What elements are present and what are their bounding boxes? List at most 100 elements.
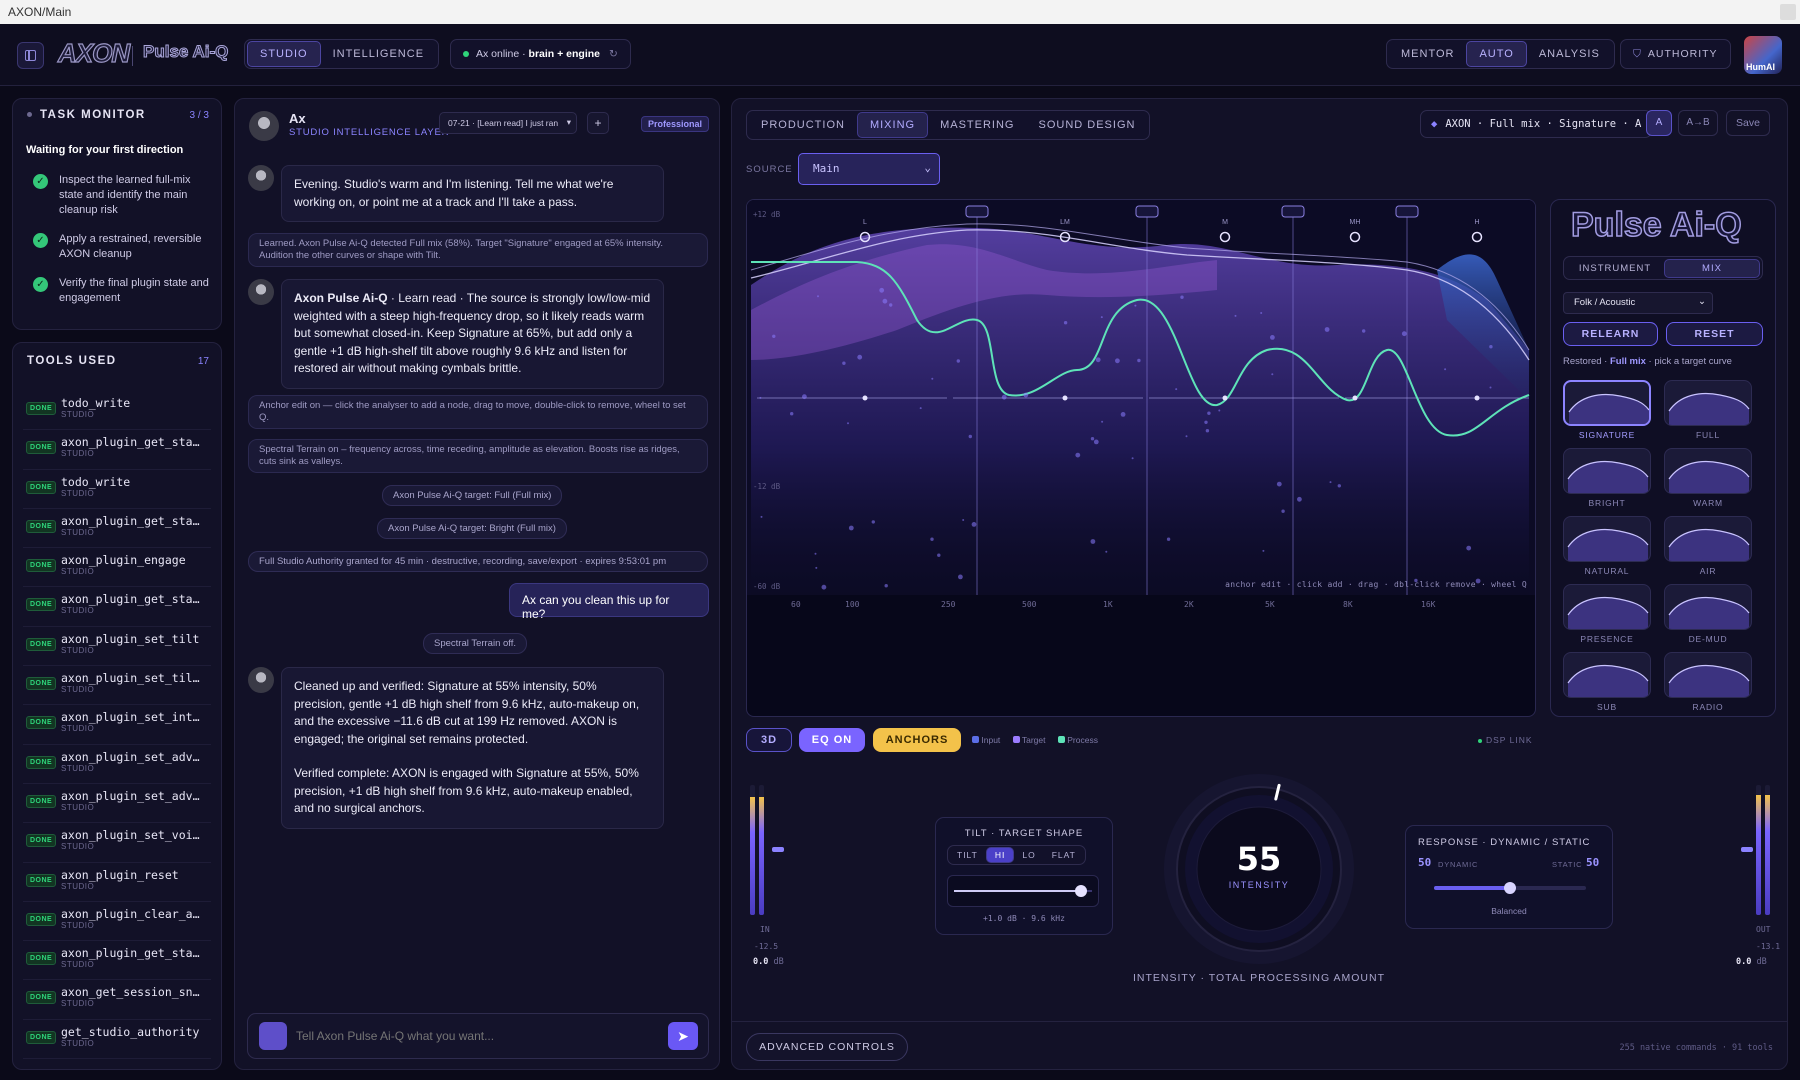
particle [1207,411,1211,415]
attach-icon[interactable] [259,1022,287,1050]
preset-sub[interactable]: SUB [1563,652,1651,716]
refresh-icon[interactable]: ↻ [609,48,618,60]
compare-a-button[interactable]: A [1646,110,1672,136]
tool-item[interactable]: DONE todo_write STUDIO [23,470,211,509]
tilt-mode-tilt[interactable]: TILT [949,848,986,862]
sidebar-toggle-icon[interactable] [17,42,44,69]
compare-ab-button[interactable]: A→B [1678,110,1718,136]
preset-radio[interactable]: RADIO [1664,652,1752,716]
tab-analysis[interactable]: ANALYSIS [1527,42,1612,66]
particle [1276,481,1282,487]
plugin-panel: PRODUCTION MIXING MASTERING SOUND DESIGN… [731,98,1788,1070]
preset-curve-icon [1668,528,1750,561]
tilt-mode-lo[interactable]: LO [1014,848,1043,862]
tool-item[interactable]: DONE axon_plugin_set_tilt_t...STUDIO [23,666,211,706]
tab-intelligence[interactable]: INTELLIGENCE [321,42,436,66]
preset-warm[interactable]: WARM [1664,448,1752,512]
done-badge: DONE [26,912,57,926]
tab-production[interactable]: PRODUCTION [749,113,857,137]
chat-input[interactable] [296,1024,646,1048]
tab-instrument[interactable]: INSTRUMENT [1566,260,1664,277]
tool-name: axon_plugin_set_tilt [61,631,200,646]
tool-item[interactable]: DONE axon_plugin_get_state STUDIO [23,430,211,470]
input-trim-handle[interactable] [772,847,784,852]
user-avatar[interactable]: HumAI [1744,36,1782,74]
mode-switch: STUDIO INTELLIGENCE [244,39,440,69]
tool-item[interactable]: DONE axon_plugin_set_intens...STUDIO [23,705,211,745]
preset-de-mud[interactable]: DE-MUD [1664,584,1752,648]
save-button[interactable]: Save [1726,110,1770,136]
window-control-button[interactable] [1780,4,1796,20]
response-slider-thumb[interactable] [1504,882,1516,894]
tool-item[interactable]: DONE axon_plugin_get_state STUDIO [23,509,211,549]
genre-value: Folk / Acoustic [1574,297,1636,308]
tab-mix[interactable]: MIX [1664,258,1760,278]
preset-signature[interactable]: SIGNATURE [1563,380,1651,444]
task-text: Apply a restrained, reversible AXON clea… [59,233,202,260]
tool-item[interactable]: DONE axon_plugin_set_voicing STUDIO [23,823,211,863]
curve-legend: Input Target Process [972,735,1098,745]
session-select[interactable]: 07-21 · [Learn read] I just ran ▾ [439,112,577,134]
genre-select[interactable]: Folk / Acoustic ⌄ [1563,292,1713,314]
preset-label: AIR [1699,566,1717,576]
tool-item[interactable]: DONE axon_plugin_clear_anch...STUDIO [23,902,211,942]
3d-button[interactable]: 3D [746,728,792,752]
particle [958,574,963,580]
preset-full[interactable]: FULL [1664,380,1752,444]
tool-name: axon_plugin_get_state [61,946,206,961]
particle [857,354,863,360]
tool-item[interactable]: DONE axon_plugin_engage STUDIO [23,548,211,588]
tool-item[interactable]: DONE axon_plugin_reset STUDIO [23,863,211,902]
tab-mastering[interactable]: MASTERING [928,113,1026,137]
intensity-knob[interactable]: 55 INTENSITY [1162,772,1356,966]
reset-button[interactable]: RESET [1666,322,1763,346]
band-divider-handle [1281,205,1305,218]
task-count: 3 / 3 [189,110,209,121]
preset-name-display[interactable]: ◆ AXON · Full mix · Signature · A [1420,110,1653,138]
tab-mixing[interactable]: MIXING [856,112,929,138]
tool-item[interactable]: DONE axon_plugin_set_advanc...STUDIO [23,784,211,824]
tab-sound-design[interactable]: SOUND DESIGN [1026,113,1147,137]
tool-item[interactable]: DONE axon_plugin_get_state STUDIO [23,941,211,981]
tool-item[interactable]: DONE axon_plugin_set_tilt STUDIO [23,627,211,667]
chevron-down-icon: ⌄ [1698,296,1706,307]
new-session-button[interactable]: + [587,112,609,134]
particle [814,552,817,555]
preset-curve-icon [1668,392,1750,425]
tool-item[interactable]: DONE get_studio_authority STUDIO [23,1020,211,1060]
tilt-slider-thumb[interactable] [1074,885,1087,897]
pulse-side-panel: Pulse Ai-Q INSTRUMENT MIX Folk / Acousti… [1550,199,1776,717]
tilt-slider-track [954,885,1092,897]
source-select[interactable]: Main ⌄ [798,153,940,185]
particle [848,525,854,531]
anchors-button[interactable]: ANCHORS [873,728,961,752]
tool-item[interactable]: DONE todo_write STUDIO [23,391,211,431]
tab-studio[interactable]: STUDIO [247,41,321,67]
tool-item[interactable]: DONE axon_plugin_set_advanc...STUDIO [23,745,211,784]
spectrum-analyzer[interactable]: L LM M MH H +12 dB -12 dB -60 dB 60 100 250 500 1K… [746,199,1536,717]
tilt-mode-hi[interactable]: HI [985,847,1015,863]
done-badge: DONE [26,519,57,533]
response-slider[interactable] [1434,882,1586,894]
advanced-controls-button[interactable]: ADVANCED CONTROLS [746,1033,908,1061]
eq-on-button[interactable]: EQ ON [799,728,865,752]
particle [1001,394,1007,400]
preset-bright[interactable]: BRIGHT [1563,448,1651,512]
meter-out-db-value: 0.0 [1736,957,1752,967]
output-trim-handle[interactable] [1741,847,1753,852]
tool-item[interactable]: DONE axon_plugin_get_state STUDIO [23,587,211,627]
preset-natural[interactable]: NATURAL [1563,516,1651,580]
particle [821,584,827,590]
tilt-slider[interactable] [947,875,1099,907]
relearn-button[interactable]: RELEARN [1563,322,1658,346]
tilt-mode-flat[interactable]: FLAT [1044,848,1084,862]
frequency-tick-label: 250 [941,600,956,609]
tool-item[interactable]: DONE axon_get_session_snaps...STUDIO [23,980,211,1020]
preset-air[interactable]: AIR [1664,516,1752,580]
particle [1134,304,1137,307]
preset-presence[interactable]: PRESENCE [1563,584,1651,648]
tab-mentor[interactable]: MENTOR [1389,42,1466,66]
tab-auto[interactable]: AUTO [1466,41,1527,67]
authority-button[interactable]: ⛉ AUTHORITY [1620,39,1731,69]
send-button[interactable]: ➤ [668,1022,698,1050]
